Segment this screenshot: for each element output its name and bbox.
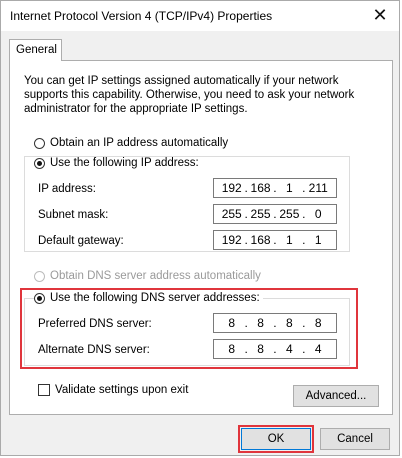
ip-octet: 192: [221, 181, 242, 195]
ip-octet: 1: [286, 233, 293, 247]
validate-settings-checkbox[interactable]: Validate settings upon exit: [38, 384, 188, 396]
description-text: You can get IP settings assigned automat…: [24, 75, 355, 115]
subnet-mask-input[interactable]: 255. 255. 255. 0: [213, 204, 337, 224]
ip-address-label: IP address:: [38, 183, 96, 195]
default-gateway-label: Default gateway:: [38, 235, 124, 247]
validate-checkbox-label: Validate settings upon exit: [55, 384, 189, 396]
radio-ip-auto-label: Obtain an IP address automatically: [50, 137, 229, 149]
dns-highlight-box: [20, 288, 358, 369]
ip-octet: 255: [250, 207, 271, 221]
ip-address-input[interactable]: 192. 168. 1. 211: [213, 178, 337, 198]
tab-general[interactable]: General: [9, 39, 62, 61]
window-title: Internet Protocol Version 4 (TCP/IPv4) P…: [10, 9, 273, 23]
radio-use-following-ip[interactable]: Use the following IP address:: [34, 157, 202, 169]
ip-octet: 0: [314, 207, 322, 221]
radio-obtain-ip-auto[interactable]: Obtain an IP address automatically: [34, 137, 228, 149]
ip-octet: 255: [279, 207, 300, 221]
ip-octet: 1: [286, 181, 293, 195]
validate-checkbox-box[interactable]: [38, 384, 50, 396]
ip-octet: 168: [250, 233, 271, 247]
radio-ip-manual-label: Use the following IP address:: [50, 157, 199, 169]
title-bar: Internet Protocol Version 4 (TCP/IPv4) P…: [1, 1, 399, 31]
general-panel: You can get IP settings assigned automat…: [9, 60, 393, 415]
cancel-button[interactable]: Cancel: [320, 428, 390, 450]
radio-ip-manual-indicator[interactable]: [34, 157, 45, 169]
ip-octet: 211: [308, 181, 328, 195]
advanced-button[interactable]: Advanced...: [293, 385, 379, 407]
ip-octet: 1: [314, 233, 322, 247]
ok-highlight-box: [238, 425, 314, 453]
close-icon[interactable]: ✕: [367, 5, 393, 27]
ip-octet: 192: [221, 233, 242, 247]
radio-ip-auto-indicator[interactable]: [34, 137, 45, 149]
radio-dns-auto-indicator[interactable]: [34, 270, 45, 282]
subnet-mask-label: Subnet mask:: [38, 209, 109, 221]
tab-general-label: General: [16, 44, 57, 56]
dialog-window: Internet Protocol Version 4 (TCP/IPv4) P…: [0, 0, 400, 456]
ip-octet: 255: [221, 207, 242, 221]
radio-obtain-dns-auto[interactable]: Obtain DNS server address automatically: [34, 270, 261, 282]
radio-dns-auto-label: Obtain DNS server address automatically: [50, 270, 261, 282]
default-gateway-input[interactable]: 192. 168. 1. 1: [213, 230, 337, 250]
ip-octet: 168: [250, 181, 271, 195]
